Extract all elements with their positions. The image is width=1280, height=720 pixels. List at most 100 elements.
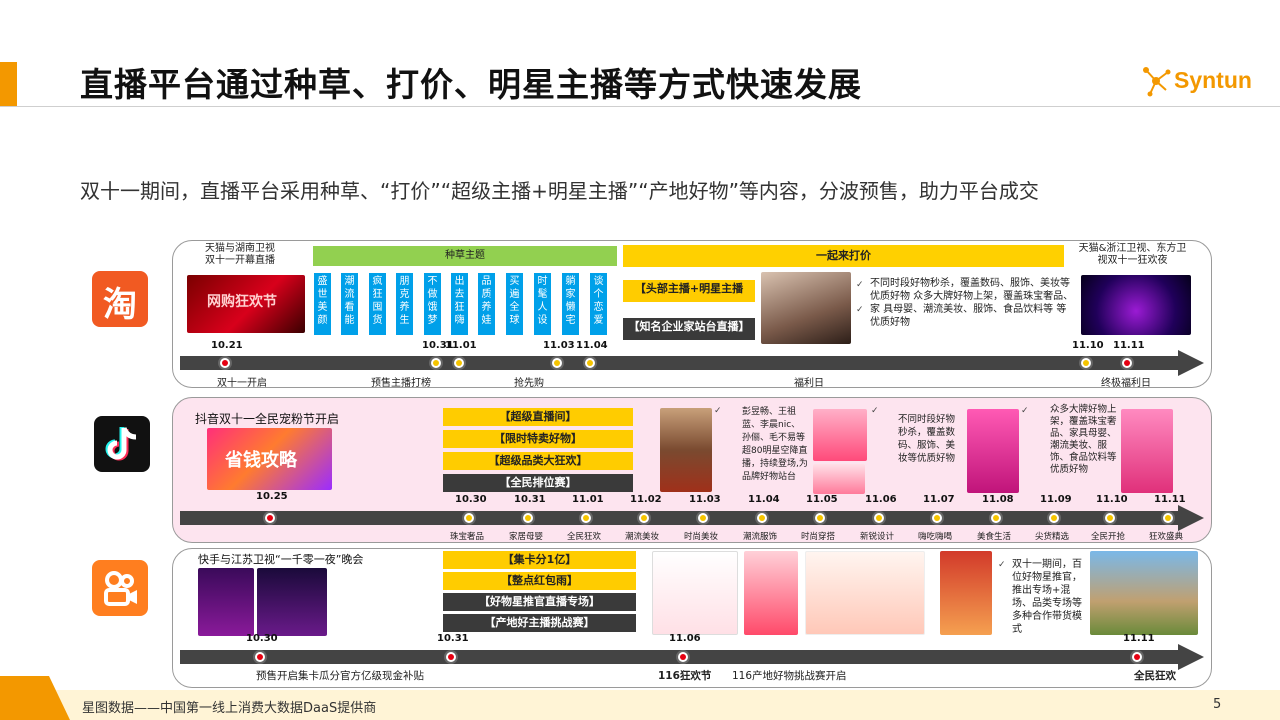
timeline-date: 11.07 [923,494,955,505]
timeline-date: 11.10 [1072,340,1104,351]
timeline-label: 全民开抢 [1091,532,1126,542]
douyin-desc-3: 众多大牌好物上架，覆盖珠宝奢品、家具母婴、潮流美妆、服饰、食品饮料等优质好物 [1050,404,1117,475]
page-number: 5 [1213,697,1222,712]
timeline-label: 家居母婴 [509,532,544,542]
douyin-star-image [967,409,1019,493]
douyin-product-image-1 [813,409,867,461]
subtitle: 双十一期间，直播平台采用种草、“打价”“超级主播+明星主播”“产地好物”等内容，… [80,179,1039,203]
grass-item: 时 髦 人 设 [534,273,551,335]
timeline-label: 珠宝奢品 [450,532,485,542]
timeline-label: 福利日 [794,378,824,389]
kuaishou-box: 【产地好主播挑战赛】 [443,614,636,632]
timeline-dot [1079,356,1093,370]
kuaishou-axis-arrow [1178,644,1204,670]
douyin-desc-2: 不同时段好物秒杀，覆盖数码、服饰、美妆等优质好物 [898,414,956,464]
timeline-dot [218,356,232,370]
timeline-label: 全民狂欢 [1134,670,1176,682]
footer-text: 星图数据——中国第一线上消费大数据DaaS提供商 [82,701,377,716]
timeline-dot [755,511,769,525]
timeline-dot [1047,511,1061,525]
taobao-gala-text: 天猫&浙江卫视、东方卫 视双十一狂欢夜 [1078,243,1187,266]
timeline-dot [444,650,458,664]
timeline-label: 嗨吃嗨喝 [918,532,953,542]
grass-item: 疯 狂 囤 货 [369,273,386,335]
kuaishou-star-image [940,551,992,635]
kuaishou-gala-text: 快手与江苏卫视“一千零一夜”晚会 [198,553,364,566]
timeline-date: 11.09 [1040,494,1072,505]
kuaishou-box: 【好物星推官直播专场】 [443,593,636,611]
douyin-desc-1: 彭昱畅、王祖蓝、李晨nic、孙俪、毛不易等超80明星空降直播，持续登场,为品牌好… [742,407,808,482]
timeline-dot [930,511,944,525]
timeline-date: 11.11 [1154,494,1186,505]
grass-item: 买 遍 全 球 [506,273,523,335]
timeline-label: 抢先购 [514,378,544,389]
timeline-label: 全民狂欢 [567,532,602,542]
timeline-label: 新锐设计 [860,532,895,542]
timeline-date: 11.05 [806,494,838,505]
douyin-app-icon [94,416,150,472]
timeline-label: 双十一开启 [217,378,267,389]
grass-item: 盛 世 美 颜 [314,273,331,335]
timeline-date: 11.08 [982,494,1014,505]
taobao-opening-image: 网购狂欢节 [187,275,305,333]
timeline-dot [1130,650,1144,664]
douyin-product-image-2 [813,464,865,494]
timeline-dot [637,511,651,525]
syntun-logo-icon [1143,67,1171,97]
taobao-opening-text: 天猫与湖南卫视 双十一开幕直播 [205,243,275,266]
syntun-logo: Syntun [1140,64,1270,98]
taobao-icon-glyph: 淘 [103,285,137,325]
timeline-dot [583,356,597,370]
timeline-dot [872,511,886,525]
timeline-date: 11.06 [865,494,897,505]
timeline-date: 10.31 [514,494,546,505]
grass-item: 出 去 狂 嗨 [451,273,468,335]
title-accent-bar [0,62,17,106]
timeline-dot [696,511,710,525]
taobao-axis [180,356,1180,370]
timeline-label: 预售开启集卡瓜分官方亿级现金补贴 [256,670,424,682]
douyin-axis [180,511,1180,525]
douyin-box: 【超级品类大狂欢】 [443,452,633,470]
timeline-date: 11.04 [748,494,780,505]
kuaishou-box: 【整点红包雨】 [443,572,636,590]
douyin-promo-image: 省钱攻略 [207,428,332,490]
timeline-dot [263,511,277,525]
grass-item: 躺 家 懒 宅 [562,273,579,335]
timeline-date: 11.10 [1096,494,1128,505]
kuaishou-camera-icon [104,571,137,606]
timeline-label: 116狂欢节 [658,670,712,682]
logo-text: Syntun [1174,67,1252,93]
timeline-label: 预售主播打榜 [371,378,431,389]
timeline-date: 11.11 [1123,633,1155,644]
tiktok-note-icon [105,427,137,461]
douyin-box: 【超级直播间】 [443,408,633,426]
kuaishou-gala-image-1 [198,568,254,636]
check-icon: ✓ [1021,406,1029,416]
timeline-dot [676,650,690,664]
timeline-date: 11.04 [576,340,608,351]
douyin-brand-image [1121,409,1173,493]
taobao-gala-image [1081,275,1191,335]
footer-accent [0,676,70,720]
kuaishou-origin-image [1090,551,1198,635]
grass-item: 潮 流 看 能 [341,273,358,335]
timeline-date: 10.25 [256,491,288,502]
timeline-dot [1103,511,1117,525]
timeline-date: 11.06 [669,633,701,644]
douyin-box: 【全民排位赛】 [443,474,633,492]
kuaishou-festival-image [805,551,925,635]
timeline-label: 116产地好物挑战赛开启 [732,670,847,682]
douyin-live-image [660,408,712,492]
timeline-label: 尖货精选 [1035,532,1070,542]
timeline-dot [429,356,443,370]
price-theme-header: 一起来打价 [623,245,1064,267]
timeline-dot [1120,356,1134,370]
timeline-date: 11.11 [1113,340,1145,351]
timeline-label: 狂欢盛典 [1149,532,1184,542]
timeline-date: 11.03 [689,494,721,505]
taobao-axis-arrow [1178,350,1204,376]
taobao-app-icon: 淘 [92,271,148,327]
timeline-label: 潮流美妆 [625,532,660,542]
kuaishou-collect-card-image [652,551,738,635]
